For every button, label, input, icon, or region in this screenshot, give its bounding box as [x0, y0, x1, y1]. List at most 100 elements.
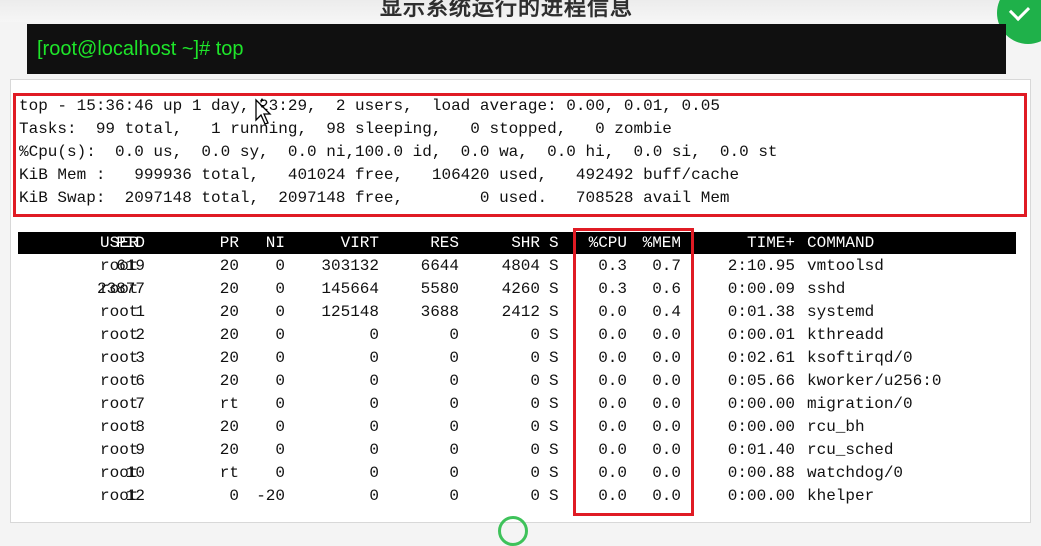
table-cell: root	[100, 326, 139, 344]
table-cell: 0	[369, 487, 379, 505]
table-cell: khelper	[807, 487, 875, 505]
column-header: S	[549, 234, 559, 252]
table-cell: root	[100, 372, 139, 390]
summary-highlight-box	[13, 93, 1027, 217]
table-cell: kthreadd	[807, 326, 884, 344]
table-cell: rt	[219, 464, 239, 482]
table-cell: root	[100, 349, 139, 367]
table-row: 9 root 20 0 0 0 0 S 0.0 0.0 0:01.40 rcu_sched	[18, 439, 1016, 462]
table-cell: 0	[449, 464, 459, 482]
table-cell: S	[549, 487, 559, 505]
table-row: 6 root 20 0 0 0 0 S 0.0 0.0 0:05.66 kworker/u256:0	[18, 370, 1016, 393]
table-cell: 2:10.95	[727, 257, 795, 275]
table-cell: 0	[369, 418, 379, 436]
table-cell: 0:00.00	[727, 395, 795, 413]
table-cell: 0	[275, 464, 285, 482]
table-cell: S	[549, 326, 559, 344]
table-cell: vmtoolsd	[807, 257, 884, 275]
column-header: SHR	[511, 234, 540, 252]
table-cell: ksoftirqd/0	[807, 349, 913, 367]
table-cell: 0:00.00	[727, 487, 795, 505]
table-row: 8 root 20 0 0 0 0 S 0.0 0.0 0:00.00 rcu_bh	[18, 416, 1016, 439]
table-cell: 0	[530, 326, 540, 344]
table-cell: -20	[256, 487, 285, 505]
table-cell: S	[549, 280, 559, 298]
table-cell: 0	[275, 418, 285, 436]
table-cell: root	[100, 303, 139, 321]
table-cell: 0	[229, 487, 239, 505]
table-cell: migration/0	[807, 395, 913, 413]
table-cell: 0	[275, 326, 285, 344]
table-cell: 0	[369, 464, 379, 482]
table-cell: 0	[275, 395, 285, 413]
table-row: 2 root 20 0 0 0 0 S 0.0 0.0 0:00.01 kthreadd	[18, 324, 1016, 347]
table-cell: 0	[369, 349, 379, 367]
table-cell: 20	[219, 441, 239, 459]
table-cell: sshd	[807, 280, 846, 298]
table-cell: 0	[449, 441, 459, 459]
table-cell: 4260	[501, 280, 540, 298]
table-cell: 0:01.40	[727, 441, 795, 459]
table-cell: S	[549, 349, 559, 367]
table-cell: 0	[530, 395, 540, 413]
table-cell: 0:05.66	[727, 372, 795, 390]
table-cell: S	[549, 303, 559, 321]
command-prompt: [root@localhost ~]# top	[37, 38, 244, 60]
table-cell: 0	[530, 464, 540, 482]
table-row: 7 root rt 0 0 0 0 S 0.0 0.0 0:00.00 migration/0	[18, 393, 1016, 416]
table-cell: 0	[369, 395, 379, 413]
table-cell: root	[100, 418, 139, 436]
table-cell: 20	[219, 257, 239, 275]
table-row: 619 root 20 0 303132 6644 4804 S 0.3 0.7 2:10.95 vm…	[18, 255, 1016, 278]
slide-title: 显示系统运行的进程信息	[380, 0, 634, 20]
table-cell: 4804	[501, 257, 540, 275]
table-cell: 0	[449, 395, 459, 413]
table-row: 12 root 0 -20 0 0 0 S 0.0 0.0 0:00.00 khelper	[18, 485, 1016, 508]
table-cell: 5580	[420, 280, 459, 298]
column-header: COMMAND	[807, 234, 875, 252]
table-cell: 20	[219, 349, 239, 367]
table-cell: 0	[275, 303, 285, 321]
table-cell: 303132	[321, 257, 379, 275]
table-row: 3 root 20 0 0 0 0 S 0.0 0.0 0:02.61 ksoftirqd/0	[18, 347, 1016, 370]
table-cell: S	[549, 418, 559, 436]
table-cell: 145664	[321, 280, 379, 298]
table-cell: 0	[530, 372, 540, 390]
table-cell: 0:02.61	[727, 349, 795, 367]
process-table-header: PID USER PR NI VIRT RES SHR S %CPU %MEM TIME+ COMMA…	[18, 232, 1016, 254]
table-row: 1 root 20 0 125148 3688 2412 S 0.0 0.4 0:01.38 syst…	[18, 301, 1016, 324]
table-cell: S	[549, 372, 559, 390]
table-cell: 6644	[420, 257, 459, 275]
table-cell: 0	[530, 441, 540, 459]
table-cell: 0	[275, 349, 285, 367]
table-cell: 125148	[321, 303, 379, 321]
table-cell: 0	[449, 487, 459, 505]
table-cell: rt	[219, 395, 239, 413]
circle-badge-icon	[498, 516, 528, 546]
table-cell: 2412	[501, 303, 540, 321]
table-cell: 0	[530, 487, 540, 505]
table-cell: 0	[369, 441, 379, 459]
table-cell: rcu_sched	[807, 441, 894, 459]
table-cell: 20	[219, 303, 239, 321]
slide-title-strip: 显示系统运行的进程信息	[0, 0, 1041, 22]
table-cell: 0:00.88	[727, 464, 795, 482]
table-cell: S	[549, 464, 559, 482]
table-cell: 0	[369, 372, 379, 390]
table-cell: 3688	[420, 303, 459, 321]
column-header: USER	[100, 234, 139, 252]
table-cell: root	[100, 487, 139, 505]
table-row: 10 root rt 0 0 0 0 S 0.0 0.0 0:00.88 watchdog/0	[18, 462, 1016, 485]
table-cell: root	[100, 280, 139, 298]
table-cell: 0	[530, 418, 540, 436]
table-cell: rcu_bh	[807, 418, 865, 436]
table-cell: 0	[449, 326, 459, 344]
move-cursor-icon	[255, 98, 272, 125]
table-cell: 0	[275, 257, 285, 275]
table-cell: 0:00.09	[727, 280, 795, 298]
column-header: RES	[430, 234, 459, 252]
table-cell: 0	[449, 372, 459, 390]
table-cell: root	[100, 464, 139, 482]
table-cell: S	[549, 395, 559, 413]
table-cell: watchdog/0	[807, 464, 904, 482]
